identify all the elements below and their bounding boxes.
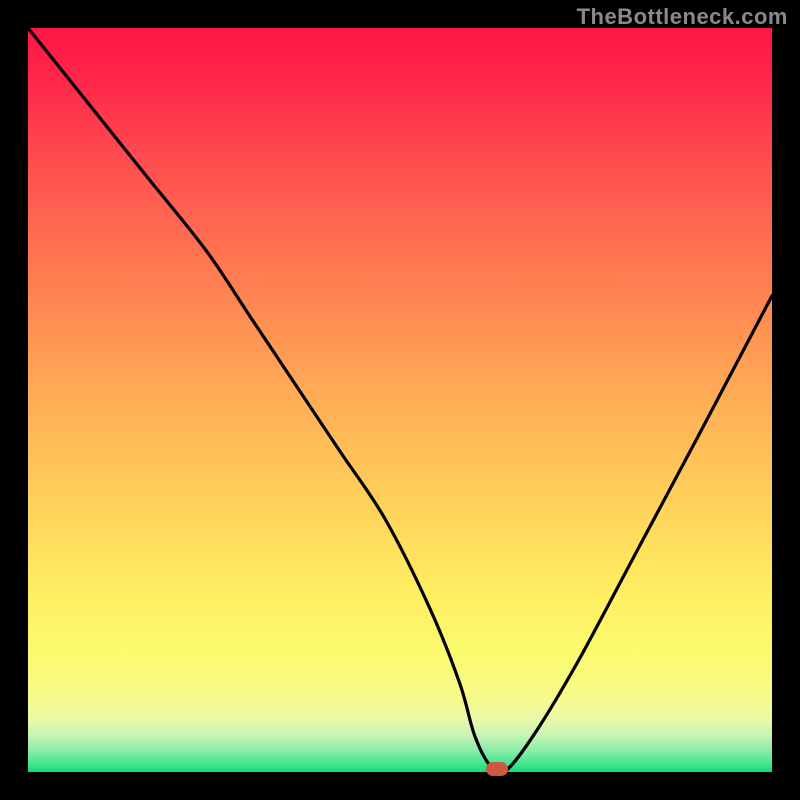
curve-path xyxy=(28,28,772,772)
bottleneck-curve xyxy=(28,28,772,772)
minimum-marker xyxy=(486,762,508,776)
chart-frame: TheBottleneck.com xyxy=(0,0,800,800)
watermark-text: TheBottleneck.com xyxy=(577,4,788,30)
